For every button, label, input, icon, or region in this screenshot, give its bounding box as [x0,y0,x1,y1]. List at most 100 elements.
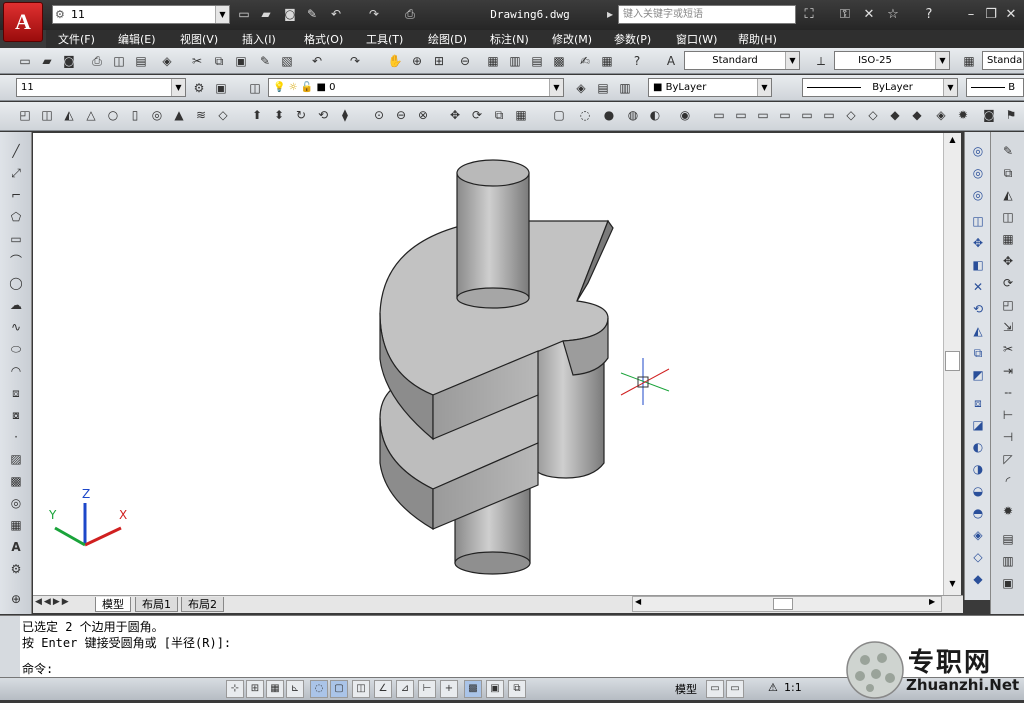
taper-faces-icon[interactable]: ◭ [969,322,987,340]
torus-icon[interactable]: ◎ [148,106,166,124]
conceptual-style-icon[interactable]: ◍ [624,106,642,124]
model-canvas[interactable]: Z X Y [33,133,943,595]
intersect-icon[interactable]: ⊗ [414,106,432,124]
point-icon[interactable]: · [7,428,25,446]
lineweight-icon[interactable]: + [440,680,458,698]
tab-layout1[interactable]: 布局1 [135,597,178,612]
ortho-mode-icon[interactable]: ⊾ [286,680,304,698]
dim-style-icon[interactable]: ⟂ [812,52,830,70]
table-style-icon[interactable]: ▦ [960,52,978,70]
copy-object-icon[interactable]: ⧉ [999,164,1017,182]
menu-modify[interactable]: 修改(M) [552,31,592,47]
make-current-icon[interactable]: ◈ [572,79,590,97]
publish-icon[interactable]: ▤ [132,52,150,70]
3d-object-snap-icon[interactable]: ◫ [352,680,370,698]
menu-insert[interactable]: 插入(I) [242,31,276,47]
command-line-grip[interactable] [0,615,20,677]
scale-icon[interactable]: ◰ [999,296,1017,314]
ellipse-icon[interactable]: ⬭ [7,340,25,358]
chevron-down-icon[interactable]: ▼ [171,79,185,96]
menu-parametric[interactable]: 参数(P) [614,31,651,47]
color-combo[interactable]: ■ ByLayer ▼ [648,78,772,97]
save-icon[interactable]: ◙ [60,52,78,70]
ucs-toggle-icon[interactable]: ⊕ [7,590,25,608]
tab-navigation-icon[interactable]: ◀◀▶▶ [35,597,95,612]
subtract-icon[interactable]: ⊖ [392,106,410,124]
text-style-icon[interactable]: A [662,52,680,70]
dynamic-input-icon[interactable]: ⊢ [418,680,436,698]
copy-faces-icon[interactable]: ⧉ [969,344,987,362]
add-selected-icon[interactable]: ⚙ [7,560,25,578]
menu-file[interactable]: 文件(F) [58,31,95,47]
menu-draw[interactable]: 绘图(D) [428,31,467,47]
arc-icon[interactable]: ⌒ [7,252,25,270]
dynamic-ucs-icon[interactable]: ⊿ [396,680,414,698]
walk-icon[interactable]: ⚑ [1002,106,1020,124]
3d-rotate-icon[interactable]: ⟳ [468,106,486,124]
construction-line-icon[interactable]: ⤢ [7,164,25,182]
layer-properties-icon[interactable]: ▣ [212,79,230,97]
zoom-previous-icon[interactable]: ⊖ [456,52,474,70]
check-icon[interactable]: ◈ [969,526,987,544]
quick-properties-icon[interactable]: ▣ [486,680,504,698]
section-icon[interactable]: ◆ [969,570,987,588]
break-point-icon[interactable]: ╌ [999,384,1017,402]
sphere-icon[interactable]: ○ [104,106,122,124]
menu-window[interactable]: 窗口(W) [676,31,717,47]
zoom-window-icon[interactable]: ⊞ [430,52,448,70]
camera-icon[interactable]: ◈ [932,106,950,124]
wedge-icon[interactable]: ◭ [60,106,78,124]
delete-faces-icon[interactable]: ✕ [969,278,987,296]
open-folder-icon[interactable]: ▰ [258,6,274,22]
menu-view[interactable]: 视图(V) [180,31,218,47]
grid-display-icon[interactable]: ▦ [266,680,284,698]
color-faces-icon[interactable]: ◩ [969,366,987,384]
binoculars-icon[interactable]: ⛶ [800,6,818,24]
shell-icon[interactable]: ◓ [969,504,987,522]
zoom-realtime-icon[interactable]: ⊕ [408,52,426,70]
union-icon[interactable]: ⊙ [370,106,388,124]
annotation-scale-value[interactable]: 1:1 [784,681,802,694]
break-icon[interactable]: ⊢ [999,406,1017,424]
layout-viewports-icon[interactable]: ▤ [999,530,1017,548]
array-icon[interactable]: ▦ [999,230,1017,248]
offset-icon[interactable]: ◫ [999,208,1017,226]
save-as-icon[interactable]: ✎ [304,6,320,22]
scroll-down-icon[interactable]: ▼ [946,579,959,592]
menu-dimension[interactable]: 标注(N) [490,31,529,47]
view-se-iso-icon[interactable]: ◇ [864,106,882,124]
helix-icon[interactable]: ≋ [192,106,210,124]
polar-tracking-icon[interactable]: ◌ [310,680,328,698]
tab-layout2[interactable]: 布局2 [181,597,224,612]
erase-icon[interactable]: ✎ [999,142,1017,160]
chamfer-icon[interactable]: ◸ [999,450,1017,468]
chevron-down-icon[interactable]: ▼ [935,52,949,69]
text-style-combo[interactable]: Standard ▼ [684,51,800,70]
polysolid-icon[interactable]: ◰ [16,106,34,124]
view-bottom-icon[interactable]: ▭ [732,106,750,124]
revision-cloud-icon[interactable]: ☁ [7,296,25,314]
rotate-icon[interactable]: ⟳ [999,274,1017,292]
markup-icon[interactable]: ✍ [576,52,594,70]
redo-icon[interactable]: ↷ [346,52,364,70]
copy-icon[interactable]: ⧉ [210,52,228,70]
vertical-scrollbar[interactable]: ▲ ▼ [943,133,961,595]
menu-edit[interactable]: 编辑(E) [118,31,156,47]
object-snap-tracking-icon[interactable]: ∠ [374,680,392,698]
explode-icon[interactable]: ✹ [999,502,1017,520]
offset-faces-icon[interactable]: ◧ [969,256,987,274]
multiline-text-icon[interactable]: A [7,538,25,556]
menu-tools[interactable]: 工具(T) [366,31,403,47]
quickcalc-icon[interactable]: ▦ [598,52,616,70]
object-snap-icon[interactable]: ▢ [330,680,348,698]
annotation-scale-icon[interactable]: ⚠ [768,681,778,694]
insert-block-icon[interactable]: ⧈ [7,384,25,402]
favorites-star-icon[interactable]: ☆ [884,6,902,24]
3d-dwf-icon[interactable]: ◈ [158,52,176,70]
polygon-icon[interactable]: ⬠ [7,208,25,226]
selection-cycling-icon[interactable]: ⧉ [508,680,526,698]
chevron-down-icon[interactable]: ▼ [215,6,229,23]
tab-model[interactable]: 模型 [95,597,131,612]
pan-icon[interactable]: ✋ [386,52,404,70]
key-icon[interactable]: ⚿ [836,6,854,24]
